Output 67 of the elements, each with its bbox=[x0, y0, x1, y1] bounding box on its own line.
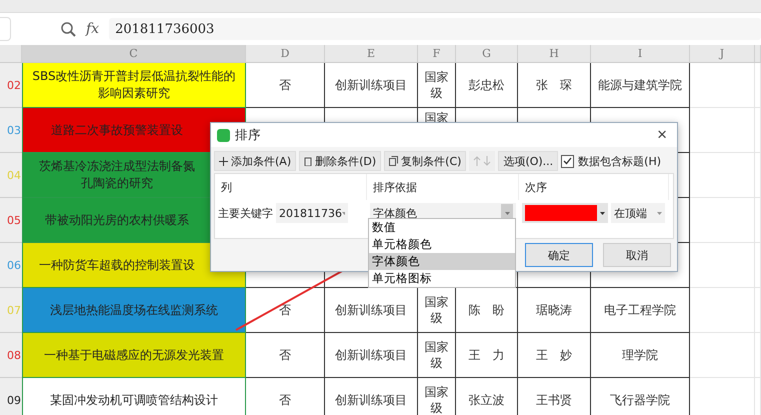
dialog-title: 排序 bbox=[235, 126, 262, 144]
caret-icon bbox=[342, 212, 345, 214]
toolbar-button[interactable]: 删除条件(D) bbox=[299, 151, 382, 171]
table-cell: 能源与建筑学院 bbox=[591, 63, 690, 108]
title-cell: 浅层地热能温度场在线监测系统 bbox=[22, 288, 246, 333]
table-cell: 创新训练项目 bbox=[325, 63, 418, 108]
empty-cell bbox=[690, 198, 755, 243]
empty-cell bbox=[690, 243, 755, 288]
empty-cell bbox=[690, 153, 755, 198]
table-cell: 国家级 bbox=[418, 333, 456, 378]
table-cell: 否 bbox=[246, 333, 325, 378]
ok-button[interactable]: 确定 bbox=[525, 243, 593, 267]
empty-cell bbox=[690, 333, 755, 378]
zoom-icon[interactable] bbox=[61, 22, 76, 36]
table-cell: 琚晓涛 bbox=[518, 288, 591, 333]
table-cell: 05 bbox=[0, 198, 22, 243]
table-cell: 电子工程学院 bbox=[591, 288, 690, 333]
table-cell: 飞行器学院 bbox=[591, 378, 690, 415]
close-button[interactable]: × bbox=[653, 125, 671, 145]
formula-input[interactable]: 201811736003 bbox=[109, 18, 761, 40]
column-heading: 排序依据 bbox=[373, 180, 417, 194]
function-label[interactable]: fx bbox=[86, 21, 100, 37]
table-cell: 03 bbox=[0, 108, 22, 153]
position-select[interactable]: 在顶端 bbox=[611, 203, 665, 223]
table-cell: 创新训练项目 bbox=[325, 378, 418, 415]
table-cell: 国家级 bbox=[418, 63, 456, 108]
table-cell: 否 bbox=[246, 63, 325, 108]
checkbox[interactable] bbox=[561, 154, 574, 168]
caret-icon bbox=[657, 212, 662, 214]
title-cell: SBS改性沥青开普封层低温抗裂性能的影响因素研究 bbox=[22, 63, 246, 108]
table-cell: 08 bbox=[0, 333, 22, 378]
empty-cell bbox=[690, 108, 755, 153]
plus-icon bbox=[219, 156, 228, 166]
trash-icon bbox=[304, 156, 312, 166]
table-cell: 王 妙 bbox=[518, 333, 591, 378]
caret-icon bbox=[504, 212, 510, 214]
column-heading: 列 bbox=[221, 180, 232, 194]
toolbar-button[interactable]: 复制条件(C) bbox=[384, 151, 466, 171]
empty-cell bbox=[690, 288, 755, 333]
app-logo-icon bbox=[217, 128, 230, 142]
table-cell: 国家级 bbox=[418, 378, 456, 415]
table-cell: 否 bbox=[246, 288, 325, 333]
toolbar-button[interactable]: 添加条件(A) bbox=[214, 151, 296, 171]
table-cell: 张立波 bbox=[456, 378, 518, 415]
menu-item[interactable]: 字体颜色 bbox=[369, 253, 515, 270]
table-cell: 02 bbox=[0, 63, 22, 108]
caret-icon bbox=[600, 212, 605, 214]
table-cell: 07 bbox=[0, 288, 22, 333]
table-cell: 理学院 bbox=[591, 333, 690, 378]
title-cell: 一种基于电磁感应的无源发光装置 bbox=[22, 333, 246, 378]
cancel-button[interactable]: 取消 bbox=[603, 243, 671, 267]
column-select[interactable]: 201811736 bbox=[276, 203, 348, 223]
toolbar-button[interactable]: 选项(O)... bbox=[498, 151, 558, 171]
table-cell: 彭忠松 bbox=[456, 63, 518, 108]
color-select[interactable] bbox=[522, 203, 608, 223]
table-cell: 04 bbox=[0, 153, 22, 198]
table-cell: 06 bbox=[0, 243, 22, 288]
checkbox-label[interactable]: 数据包含标题(H) bbox=[578, 154, 662, 168]
title-cell: 某固冲发动机可调喷管结构设计 bbox=[22, 378, 246, 415]
table-cell: 张 琛 bbox=[518, 63, 591, 108]
table-cell: 创新训练项目 bbox=[325, 333, 418, 378]
column-heading: 次序 bbox=[525, 180, 547, 194]
table-cell: 王 力 bbox=[456, 333, 518, 378]
table-cell: 王书贤 bbox=[518, 378, 591, 415]
copy-icon bbox=[389, 156, 398, 166]
table-cell: 09 bbox=[0, 378, 22, 415]
table-cell: 否 bbox=[246, 378, 325, 415]
